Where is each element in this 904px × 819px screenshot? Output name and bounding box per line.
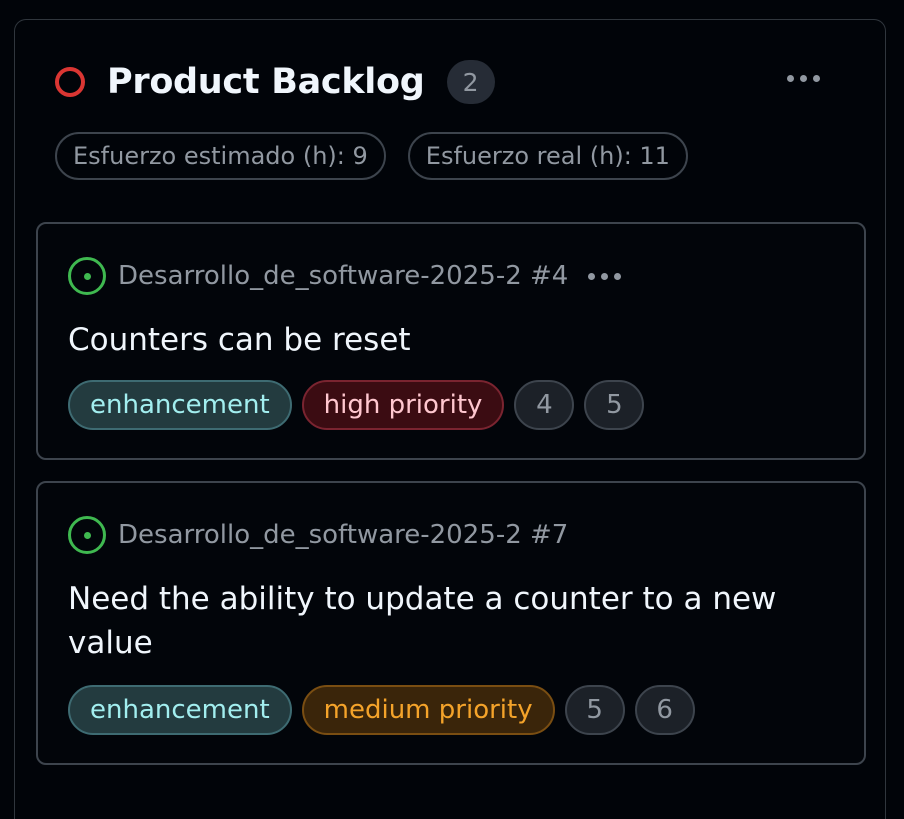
kebab-dot	[614, 272, 622, 280]
card-labels: enhancement medium priority 5 6	[68, 685, 695, 735]
kebab-dot	[601, 272, 609, 280]
card-meta: Desarrollo_de_software-2025-2 #4	[68, 256, 622, 296]
card-meta: Desarrollo_de_software-2025-2 #7	[68, 515, 568, 555]
board-column: Product Backlog 2 Esfuerzo estimado (h):…	[14, 19, 886, 819]
issue-reference[interactable]: Desarrollo_de_software-2025-2 #4	[118, 261, 568, 291]
card-labels: enhancement high priority 4 5	[68, 380, 645, 430]
number-field-pill: 5	[564, 685, 625, 735]
column-title: Product Backlog	[107, 62, 425, 102]
column-menu-button[interactable]	[779, 64, 827, 92]
issue-open-icon	[68, 257, 106, 295]
issue-title[interactable]: Counters can be reset	[68, 318, 828, 362]
label-medium-priority[interactable]: medium priority	[301, 685, 555, 735]
card-menu-button[interactable]	[588, 272, 622, 280]
issue-open-icon	[68, 516, 106, 554]
label-high-priority[interactable]: high priority	[301, 380, 505, 430]
kebab-horizontal-icon	[588, 272, 596, 280]
label-enhancement[interactable]: enhancement	[68, 380, 292, 430]
number-field-pill: 5	[584, 380, 645, 430]
kebab-dot	[799, 74, 807, 82]
issue-card[interactable]: Desarrollo_de_software-2025-2 #7 Need th…	[36, 481, 866, 765]
label-enhancement[interactable]: enhancement	[68, 685, 292, 735]
column-field-sums: Esfuerzo estimado (h): 9 Esfuerzo real (…	[55, 132, 688, 180]
kebab-horizontal-icon	[786, 74, 794, 82]
number-field-pill: 6	[634, 685, 695, 735]
estimated-effort-sum: Esfuerzo estimado (h): 9	[55, 132, 386, 180]
issue-reference[interactable]: Desarrollo_de_software-2025-2 #7	[118, 520, 568, 550]
number-field-pill: 4	[514, 380, 575, 430]
issue-title[interactable]: Need the ability to update a counter to …	[68, 577, 828, 665]
actual-effort-sum: Esfuerzo real (h): 11	[407, 132, 688, 180]
issue-card[interactable]: Desarrollo_de_software-2025-2 #4 Counter…	[36, 222, 866, 460]
kebab-dot	[812, 74, 820, 82]
item-count-badge: 2	[446, 60, 495, 104]
column-header: Product Backlog 2	[55, 60, 495, 104]
column-status-icon	[55, 67, 85, 97]
